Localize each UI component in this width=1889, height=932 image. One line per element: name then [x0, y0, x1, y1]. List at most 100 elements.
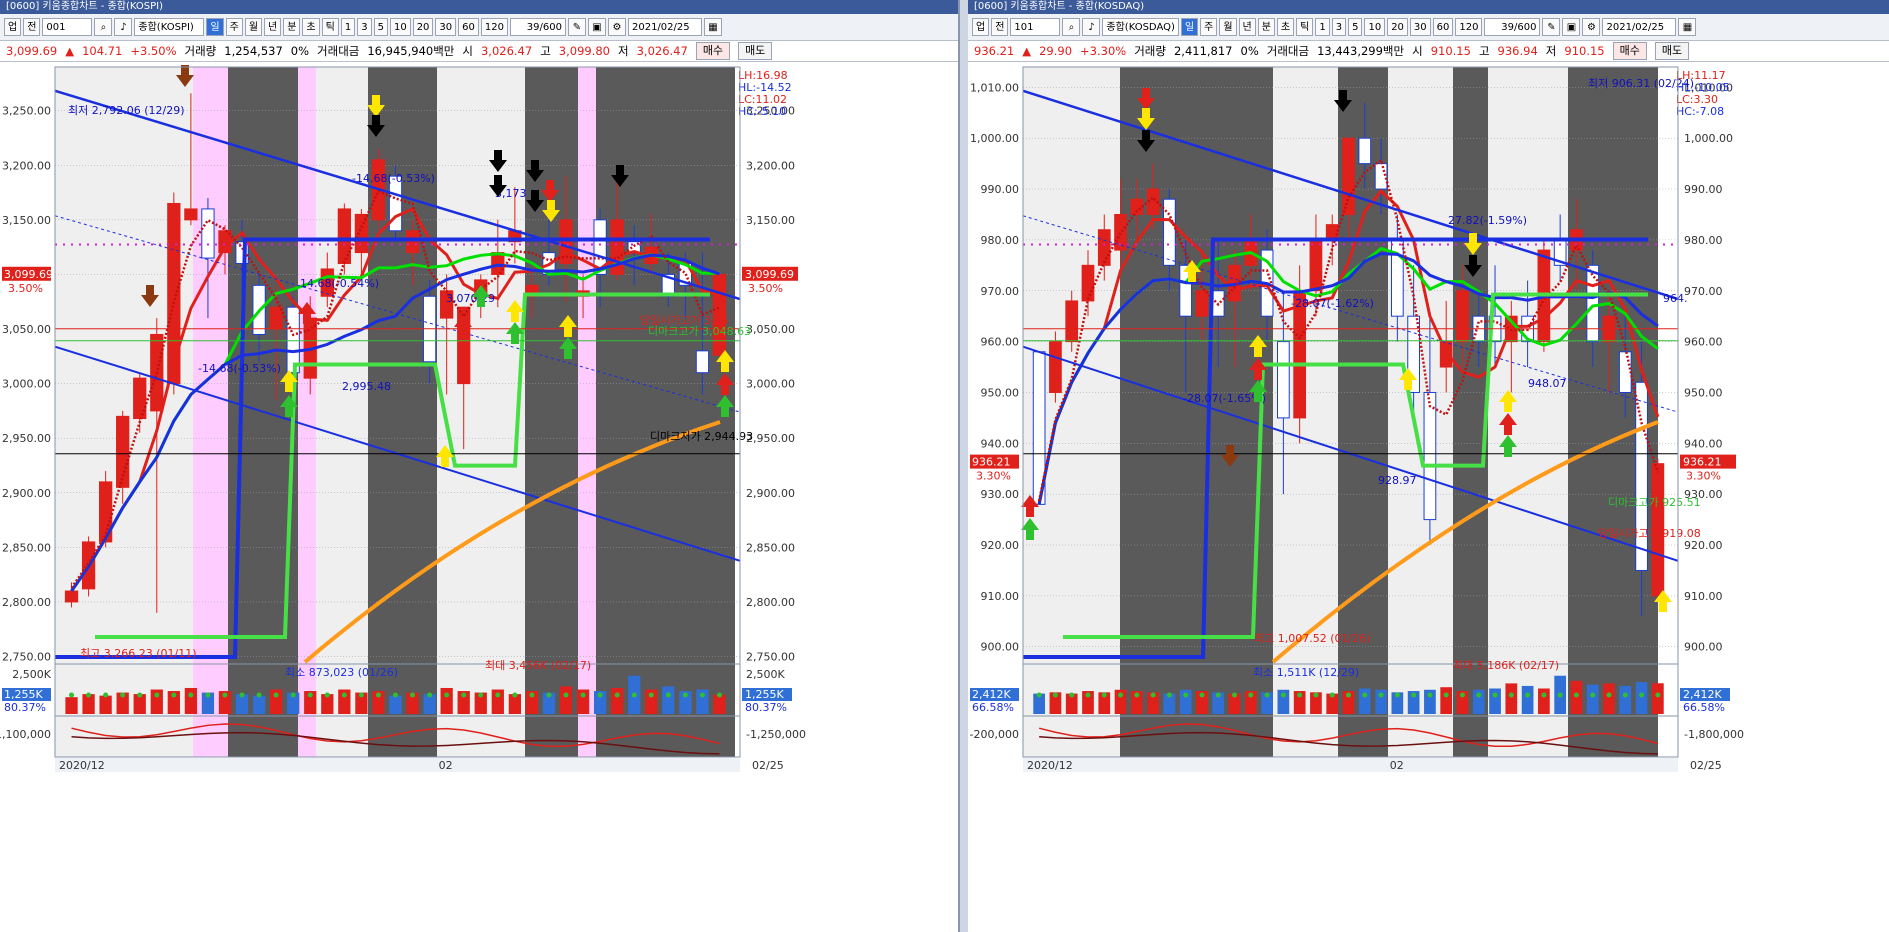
interval-120[interactable]: 120 [1455, 18, 1483, 36]
candle-body [1195, 290, 1209, 317]
candle-body [1618, 351, 1632, 393]
y-tick-label-left: 980.00 [981, 234, 1020, 247]
interval-10[interactable]: 10 [1364, 18, 1386, 36]
date-field[interactable]: 2021/02/25 [1602, 18, 1677, 36]
y-tick-label-left: 910.00 [981, 590, 1020, 603]
interval-60[interactable]: 60 [458, 18, 479, 36]
date-field[interactable]: 2021/02/25 [627, 18, 702, 36]
tab-year[interactable]: 년 [1238, 18, 1256, 36]
interval-30[interactable]: 30 [435, 18, 457, 36]
tab-day[interactable]: 일 [206, 18, 224, 36]
tools-icon[interactable]: ✎ [567, 18, 586, 36]
tab-second[interactable]: 초 [1276, 18, 1295, 36]
candle-body [1342, 137, 1355, 215]
volume-ma-dot [375, 692, 381, 698]
interval-10[interactable]: 10 [389, 18, 411, 36]
x-label-start: 2020/12 [1027, 759, 1073, 772]
price-change: 29.90 [1039, 44, 1073, 58]
volume-ma-dot [1655, 692, 1661, 698]
volume-bar [65, 697, 78, 714]
tab-day[interactable]: 일 [1180, 18, 1199, 36]
index-name-field[interactable]: 종합(KOSDAQ) [1102, 18, 1179, 36]
osc-label-left: -1,100,000 [0, 728, 51, 741]
y-tick-label-right: 990.00 [1684, 183, 1723, 196]
tab-month[interactable]: 월 [244, 18, 263, 36]
buy-button[interactable]: 매수 [1612, 42, 1647, 60]
buy-button[interactable]: 매수 [695, 42, 731, 60]
volume-ma-dot [1215, 692, 1221, 698]
tab-tick[interactable]: 틱 [1296, 18, 1314, 36]
volume-ma-dot [1476, 692, 1482, 698]
y-tick-label-left: 3,200.00 [2, 159, 51, 172]
volume-bar [389, 695, 402, 714]
all-button[interactable]: 전 [23, 18, 41, 36]
tools-icon[interactable]: ✎ [1542, 18, 1561, 36]
chart-annotation: -28.07(-1.65%) [1183, 392, 1266, 405]
tab-minute[interactable]: 분 [1257, 18, 1275, 36]
interval-120[interactable]: 120 [480, 18, 508, 36]
sell-button[interactable]: 매도 [1654, 42, 1690, 60]
interval-3[interactable]: 3 [1331, 18, 1347, 36]
tab-minute[interactable]: 분 [283, 18, 301, 36]
volume-bar [1603, 683, 1615, 714]
market-button[interactable]: 업 [972, 18, 990, 36]
save-icon[interactable]: ▣ [1562, 18, 1581, 36]
interval-5[interactable]: 5 [1348, 18, 1363, 36]
index-name-field[interactable]: 종합(KOSPI) [134, 18, 205, 36]
low-label: 저 [618, 44, 629, 58]
search-icon[interactable]: ⌕ [94, 18, 113, 36]
tab-month[interactable]: 월 [1219, 18, 1237, 36]
interval-1[interactable]: 1 [340, 18, 356, 36]
legend-hc: HC:-5.10 [738, 105, 786, 118]
volume-bar [1635, 682, 1648, 714]
chart-annotation: -28.07(-1.62%) [1291, 297, 1374, 310]
calendar-icon[interactable]: ▦ [703, 18, 722, 36]
price-chart[interactable]: 1,010.00 1,010.001,000.00 1,000.00990.00 99… [968, 62, 1889, 932]
count-field[interactable]: 39/600 [1484, 18, 1541, 36]
sound-icon[interactable]: ♪ [114, 18, 133, 36]
candle-body [1374, 163, 1388, 190]
low-value: 910.15 [1564, 44, 1605, 58]
tab-second[interactable]: 초 [302, 18, 320, 36]
price-tag-right-pct: 3.50% [748, 282, 783, 295]
price-chart[interactable]: 3,250.00 3,250.003,200.00 3,200.003,150.00… [0, 62, 960, 932]
chart-annotation: 27.82(-1.59%) [1448, 214, 1527, 227]
interval-20[interactable]: 20 [1387, 18, 1408, 36]
code-input[interactable]: 101 [1010, 18, 1061, 36]
sell-button[interactable]: 매도 [738, 42, 773, 60]
x-axis-strip [55, 758, 740, 772]
open-value: 910.15 [1430, 44, 1471, 58]
calendar-icon[interactable]: ▦ [1678, 18, 1697, 36]
kosdaq-chart-window: [0600] 키움종합차트 - 종합(KOSDAQ) 업 전 101 ⌕ ♪ 종… [968, 0, 1889, 932]
search-icon[interactable]: ⌕ [1062, 18, 1081, 36]
code-input[interactable]: 001 [42, 18, 93, 36]
count-field[interactable]: 39/600 [509, 18, 566, 36]
y-tick-label-right: 2,850.00 [746, 541, 795, 554]
interval-3[interactable]: 3 [357, 18, 372, 36]
market-button[interactable]: 업 [4, 18, 22, 36]
volume-ma-dot [1573, 692, 1579, 698]
volume-pct-left: 66.58% [972, 701, 1014, 714]
volume-ma-dot [699, 692, 705, 698]
tab-week[interactable]: 주 [225, 18, 243, 36]
chart-annotation: 2,995.48 [342, 380, 391, 393]
y-tick-label-right: 2,950.00 [746, 432, 795, 445]
interval-20[interactable]: 20 [412, 18, 434, 36]
volume-ma-dot [341, 692, 347, 698]
gear-icon[interactable]: ⚙ [1582, 18, 1601, 36]
sound-icon[interactable]: ♪ [1082, 18, 1101, 36]
interval-1[interactable]: 1 [1315, 18, 1330, 36]
tab-week[interactable]: 주 [1200, 18, 1218, 36]
volume-bar [1619, 685, 1632, 714]
tab-year[interactable]: 년 [264, 18, 282, 36]
tab-tick[interactable]: 틱 [321, 18, 339, 36]
interval-5[interactable]: 5 [373, 18, 388, 36]
gear-icon[interactable]: ⚙ [607, 18, 626, 36]
interval-60[interactable]: 60 [1432, 18, 1454, 36]
candle-body [64, 590, 79, 603]
all-button[interactable]: 전 [991, 18, 1009, 36]
volume-ma-dot [307, 692, 313, 698]
y-tick-label-right: 2,900.00 [746, 487, 795, 500]
interval-30[interactable]: 30 [1409, 18, 1431, 36]
save-icon[interactable]: ▣ [587, 18, 606, 36]
